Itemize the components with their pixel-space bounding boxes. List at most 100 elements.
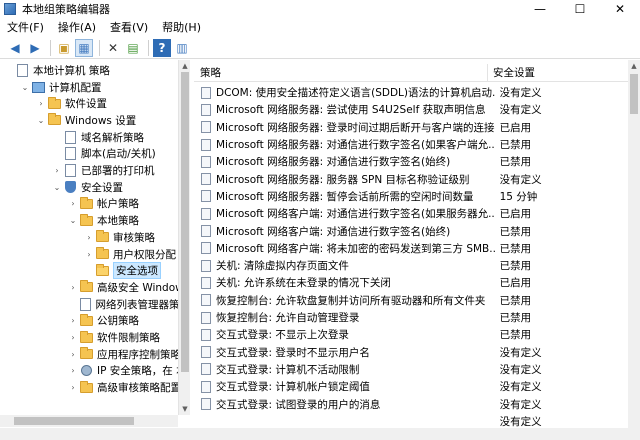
policy-row[interactable]: Microsoft 网络服务器: 尝试使用 S4U2Self 获取声明信息 没有定… bbox=[194, 101, 628, 118]
minimize-button[interactable]: — bbox=[520, 0, 560, 18]
collapse-arrow-icon[interactable]: ⌄ bbox=[20, 83, 30, 92]
close-button[interactable]: ✕ bbox=[600, 0, 640, 18]
scroll-up-icon[interactable]: ▲ bbox=[628, 60, 640, 72]
scroll-up-icon[interactable]: ▲ bbox=[179, 60, 191, 72]
policy-document-icon bbox=[65, 164, 76, 178]
tree-node[interactable]: 脚本(启动/关机) bbox=[0, 146, 189, 163]
column-header-setting[interactable]: 安全设置 bbox=[488, 64, 628, 81]
toolbar-separator bbox=[50, 39, 51, 56]
computer-icon bbox=[32, 81, 45, 93]
policy-row[interactable]: 交互式登录: 试图登录的用户的消息 没有定义 bbox=[194, 395, 628, 412]
tree-node[interactable]: › 已部署的打印机 bbox=[0, 162, 189, 179]
tree-horizontal-scrollbar[interactable] bbox=[0, 415, 178, 427]
menu-view[interactable]: 查看(V) bbox=[103, 18, 155, 37]
policy-row[interactable]: Microsoft 网络服务器: 对通信进行数字签名(始终) 已禁用 bbox=[194, 153, 628, 170]
tree-node[interactable]: › 软件设置 bbox=[0, 95, 189, 112]
policy-setting-icon bbox=[201, 259, 211, 272]
security-setting-value: 没有定义 bbox=[499, 346, 542, 359]
tree-node[interactable]: › 用户权限分配 bbox=[0, 246, 189, 263]
collapse-arrow-icon[interactable]: ⌄ bbox=[68, 216, 78, 225]
window-controls: — ☐ ✕ bbox=[520, 0, 640, 18]
expand-arrow-icon[interactable]: › bbox=[52, 166, 62, 175]
maximize-button[interactable]: ☐ bbox=[560, 0, 600, 18]
show-hide-tree-icon[interactable]: ▦ bbox=[75, 38, 93, 57]
tree-node[interactable]: › 应用程序控制策略 bbox=[0, 346, 189, 363]
delete-icon[interactable]: ✕ bbox=[104, 39, 122, 57]
tree-node[interactable]: › 审核策略 bbox=[0, 229, 189, 246]
folder-icon bbox=[80, 313, 93, 326]
properties-icon[interactable]: ▥ bbox=[173, 39, 191, 57]
tree-node[interactable]: › IP 安全策略，在 本 bbox=[0, 363, 189, 380]
expand-arrow-icon[interactable]: › bbox=[84, 250, 94, 259]
expand-arrow-icon[interactable]: › bbox=[68, 333, 78, 342]
forward-arrow-icon[interactable]: ▶ bbox=[26, 39, 44, 57]
policy-row[interactable]: 关机: 允许系统在未登录的情况下关闭 已启用 bbox=[194, 274, 628, 291]
tree-node[interactable]: › 软件限制策略 bbox=[0, 329, 189, 346]
scroll-down-icon[interactable]: ▼ bbox=[179, 403, 191, 415]
policy-row[interactable]: Microsoft 网络客户端: 对通信进行数字签名(如果服务器允... 已启用 bbox=[194, 205, 628, 222]
tree-node[interactable]: ⌄ 本地策略 bbox=[0, 212, 189, 229]
policy-row[interactable]: Microsoft 网络服务器: 对通信进行数字签名(如果客户端允... 已禁用 bbox=[194, 136, 628, 153]
policy-row[interactable]: 交互式登录: 不显示上次登录 已禁用 bbox=[194, 326, 628, 343]
policy-row[interactable]: Microsoft 网络客户端: 对通信进行数字签名(始终) 已禁用 bbox=[194, 222, 628, 239]
tree-hscroll-thumb[interactable] bbox=[14, 417, 134, 425]
list-scroll-thumb[interactable] bbox=[630, 74, 638, 114]
tree-node[interactable]: 安全选项 bbox=[0, 262, 189, 280]
policy-row[interactable]: Microsoft 网络服务器: 登录时间过期后断开与客户端的连接 已启用 bbox=[194, 119, 628, 136]
policy-row[interactable]: Microsoft 网络客户端: 将未加密的密码发送到第三方 SMB... 已禁用 bbox=[194, 240, 628, 257]
tree-node[interactable]: › 公钥策略 bbox=[0, 313, 189, 330]
column-header-policy[interactable]: 策略 bbox=[194, 64, 488, 81]
tree-node[interactable]: ⌄ Windows 设置 bbox=[0, 112, 189, 129]
policy-name: Microsoft 网络服务器: 对通信进行数字签名(如果客户端允... bbox=[216, 139, 495, 152]
policy-name: Microsoft 网络客户端: 对通信进行数字签名(如果服务器允... bbox=[216, 208, 495, 221]
expand-arrow-icon[interactable]: › bbox=[68, 366, 78, 375]
back-arrow-icon[interactable]: ◀ bbox=[6, 39, 24, 57]
tree-scroll-thumb[interactable] bbox=[181, 72, 189, 372]
expand-arrow-icon[interactable]: › bbox=[68, 283, 78, 292]
help-icon[interactable]: ? bbox=[153, 38, 171, 57]
list-vertical-scrollbar[interactable]: ▲ bbox=[628, 60, 640, 440]
policy-row[interactable]: 交互式登录: 计算机帐户锁定阈值 没有定义 bbox=[194, 378, 628, 395]
tree-node[interactable]: ⌄ 计算机配置 bbox=[0, 79, 189, 96]
gpedit-app-icon bbox=[4, 3, 16, 15]
expand-arrow-icon[interactable]: › bbox=[68, 383, 78, 392]
list-header: 策略 安全设置 bbox=[194, 64, 628, 82]
folder-up-icon[interactable]: ▣ bbox=[55, 39, 73, 57]
expand-arrow-icon[interactable]: › bbox=[68, 350, 78, 359]
collapse-arrow-icon[interactable]: ⌄ bbox=[52, 183, 62, 192]
tree-node[interactable]: › 高级审核策略配置 bbox=[0, 379, 189, 396]
folder-icon bbox=[80, 330, 93, 343]
tree-node[interactable]: 域名解析策略 bbox=[0, 129, 189, 146]
export-list-icon[interactable]: ▤ bbox=[124, 39, 142, 57]
policy-row[interactable]: 交互式登录: 登录时不显示用户名 没有定义 bbox=[194, 344, 628, 361]
policy-name: 关机: 清除虚拟内存页面文件 bbox=[216, 260, 349, 273]
policy-row[interactable]: Microsoft 网络服务器: 服务器 SPN 目标名称验证级别 没有定义 bbox=[194, 171, 628, 188]
tree-node[interactable]: ⌄ 安全设置 bbox=[0, 179, 189, 196]
menu-file[interactable]: 文件(F) bbox=[0, 18, 51, 37]
policy-row[interactable]: 交互式登录: 计算机不活动限制 没有定义 bbox=[194, 361, 628, 378]
tree-vertical-scrollbar[interactable]: ▲ ▼ bbox=[178, 60, 190, 415]
security-setting-value: 已启用 bbox=[499, 208, 532, 221]
menu-action[interactable]: 操作(A) bbox=[51, 18, 103, 37]
policy-row[interactable]: 恢复控制台: 允许软盘复制并访问所有驱动器和所有文件夹 已禁用 bbox=[194, 292, 628, 309]
expand-arrow-icon[interactable]: › bbox=[36, 99, 46, 108]
tree-node[interactable]: › 高级安全 Windows bbox=[0, 279, 189, 296]
policy-setting-icon bbox=[201, 311, 211, 324]
tree-node[interactable]: › 帐户策略 bbox=[0, 196, 189, 213]
policy-setting-icon bbox=[201, 398, 211, 411]
expand-arrow-icon[interactable]: › bbox=[84, 233, 94, 242]
policy-setting-icon bbox=[201, 103, 211, 116]
menu-help[interactable]: 帮助(H) bbox=[155, 18, 208, 37]
expand-arrow-icon[interactable]: › bbox=[68, 199, 78, 208]
policy-row[interactable]: 关机: 清除虚拟内存页面文件 已禁用 bbox=[194, 257, 628, 274]
policy-setting-icon bbox=[201, 173, 211, 186]
policy-row[interactable]: 恢复控制台: 允许自动管理登录 已禁用 bbox=[194, 309, 628, 326]
policy-document-icon bbox=[65, 147, 76, 161]
tree-node[interactable]: 本地计算机 策略 bbox=[0, 62, 189, 79]
policy-row[interactable]: DCOM: 使用安全描述符定义语言(SDDL)语法的计算机启动... 没有定义 bbox=[194, 84, 628, 101]
tree-node[interactable]: 网络列表管理器策略 bbox=[0, 296, 189, 313]
collapse-arrow-icon[interactable]: ⌄ bbox=[36, 116, 46, 125]
console-tree[interactable]: 本地计算机 策略 ⌄ 计算机配置 › 软件设置 ⌄ Windows 设置 域名解析策略 脚本(启… bbox=[0, 60, 190, 415]
expand-arrow-icon[interactable]: › bbox=[68, 316, 78, 325]
policy-row[interactable]: Microsoft 网络服务器: 暂停会话前所需的空闲时间数量 15 分钟 bbox=[194, 188, 628, 205]
